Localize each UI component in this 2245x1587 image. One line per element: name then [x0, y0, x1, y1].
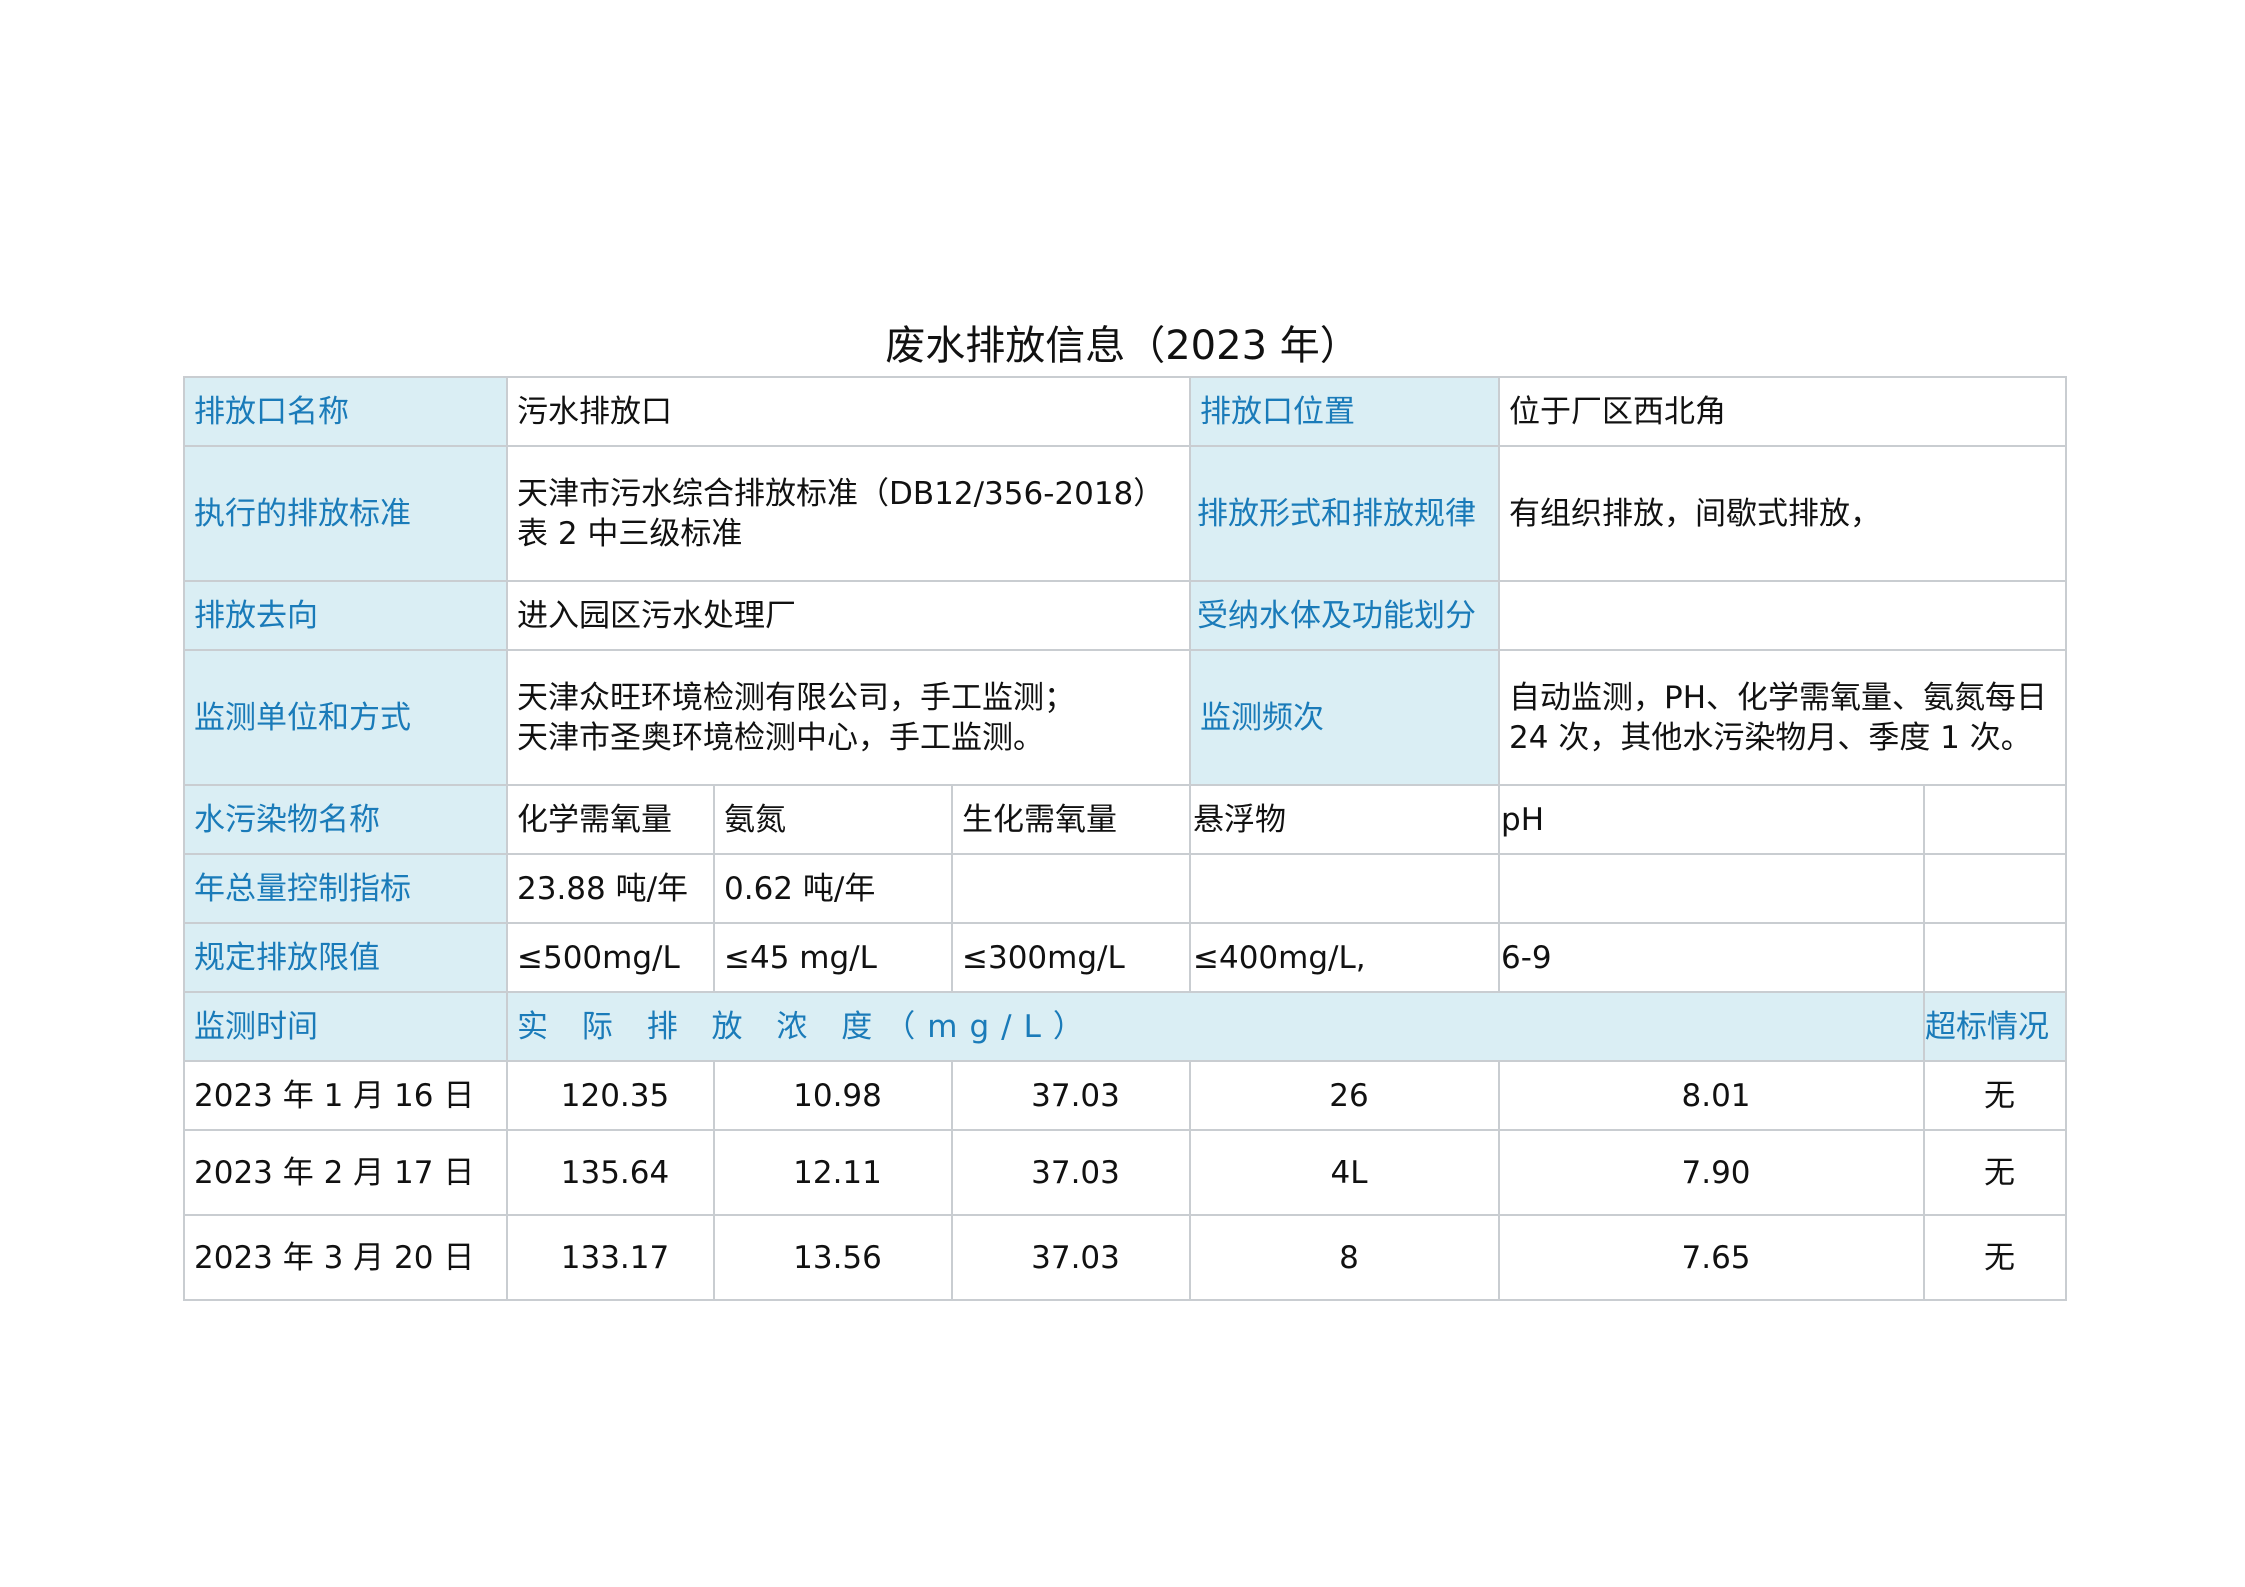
empty-cell — [1923, 784, 2068, 855]
value-cod: 135.64 — [506, 1129, 715, 1216]
receiving-value — [1498, 580, 2068, 651]
pollutant-name-ss: 悬浮物 — [1189, 784, 1501, 855]
standard-line-1: 天津市污水综合排放标准（DB12/356-2018） — [517, 475, 1165, 512]
value-ss: 4L — [1189, 1129, 1501, 1216]
value-ph: 8.01 — [1498, 1060, 1926, 1131]
monitoring-row: 2023 年 1 月 16 日 120.35 10.98 37.03 26 8.… — [183, 1060, 2068, 1131]
monitor-unit-line-1: 天津众旺环境检测有限公司，手工监测； — [517, 679, 1075, 716]
standard-row: 执行的排放标准 天津市污水综合排放标准（DB12/356-2018） 表 2 中… — [183, 445, 2068, 582]
destination-row: 排放去向 进入园区污水处理厂 受纳水体及功能划分 — [183, 580, 2068, 651]
frequency-value: 自动监测，PH、化学需氧量、氨氮每日 24 次，其他水污染物月、季度 1 次。 — [1498, 649, 2068, 786]
annual-total-ammonia: 0.62 吨/年 — [713, 853, 953, 924]
value-bod: 37.03 — [950, 1214, 1192, 1301]
value-bod: 37.03 — [950, 1129, 1192, 1216]
exceed-status: 无 — [1923, 1060, 2068, 1131]
limit-ammonia: ≤45 mg/L — [713, 922, 953, 993]
destination-value: 进入园区污水处理厂 — [505, 580, 1192, 651]
destination-label: 排放去向 — [183, 580, 508, 651]
standard-line-2: 表 2 中三级标准 — [517, 515, 743, 552]
outlet-name-label: 排放口名称 — [183, 376, 508, 447]
annual-total-row: 年总量控制指标 23.88 吨/年 0.62 吨/年 — [183, 853, 2068, 924]
value-cod: 133.17 — [506, 1214, 715, 1301]
pollutant-names-label: 水污染物名称 — [183, 784, 508, 855]
outlet-location-label: 排放口位置 — [1189, 376, 1501, 447]
value-cod: 120.35 — [506, 1060, 715, 1131]
value-ph: 7.65 — [1498, 1214, 1926, 1301]
empty-cell — [1923, 853, 2068, 924]
document-title: 废水排放信息（2023 年） — [885, 323, 1360, 369]
value-ammonia: 10.98 — [713, 1060, 953, 1131]
monitoring-date: 2023 年 1 月 16 日 — [183, 1060, 508, 1131]
monitor-unit-value: 天津众旺环境检测有限公司，手工监测； 天津市圣奥环境检测中心，手工监测。 — [505, 649, 1192, 786]
monitoring-row: 2023 年 2 月 17 日 135.64 12.11 37.03 4L 7.… — [183, 1129, 2068, 1216]
limit-cod: ≤500mg/L — [506, 922, 715, 993]
limits-label: 规定排放限值 — [183, 922, 508, 993]
annual-total-ss — [1189, 853, 1501, 924]
pollutant-names-row: 水污染物名称 化学需氧量 氨氮 生化需氧量 悬浮物 pH — [183, 784, 2068, 855]
monitoring-time-header: 监测时间 — [183, 991, 508, 1062]
limits-row: 规定排放限值 ≤500mg/L ≤45 mg/L ≤300mg/L ≤400mg… — [183, 922, 2068, 993]
value-ss: 26 — [1189, 1060, 1501, 1131]
monitor-unit-label: 监测单位和方式 — [183, 649, 508, 786]
exceed-header: 超标情况 — [1923, 991, 2068, 1062]
empty-cell — [1923, 922, 2068, 993]
outlet-row: 排放口名称 污水排放口 排放口位置 位于厂区西北角 — [183, 376, 2068, 447]
exceed-status: 无 — [1923, 1214, 2068, 1301]
pollutant-name-ph: pH — [1498, 784, 1926, 855]
annual-total-label: 年总量控制指标 — [183, 853, 508, 924]
limit-ph: 6-9 — [1498, 922, 1926, 993]
annual-total-ph — [1498, 853, 1926, 924]
exceed-status: 无 — [1923, 1129, 2068, 1216]
concentration-header: 实 际 排 放 浓 度（mg/L） — [505, 991, 1926, 1062]
frequency-line-2: 24 次，其他水污染物月、季度 1 次。 — [1509, 719, 2032, 756]
pollutant-name-cod: 化学需氧量 — [506, 784, 715, 855]
value-ph: 7.90 — [1498, 1129, 1926, 1216]
pollutant-name-bod: 生化需氧量 — [950, 784, 1192, 855]
limit-ss: ≤400mg/L, — [1189, 922, 1501, 993]
annual-total-cod: 23.88 吨/年 — [506, 853, 715, 924]
monitoring-date: 2023 年 3 月 20 日 — [183, 1214, 508, 1301]
monitoring-header-row: 监测时间 实 际 排 放 浓 度（mg/L） 超标情况 — [183, 991, 2068, 1062]
value-ammonia: 12.11 — [713, 1129, 953, 1216]
wastewater-info-table: 排放口名称 污水排放口 排放口位置 位于厂区西北角 执行的排放标准 天津市污水综… — [183, 376, 2068, 1301]
pattern-value: 有组织排放，间歇式排放， — [1498, 445, 2068, 582]
limit-bod: ≤300mg/L — [950, 922, 1192, 993]
value-ss: 8 — [1189, 1214, 1501, 1301]
receiving-label: 受纳水体及功能划分 — [1189, 580, 1501, 651]
annual-total-bod — [950, 853, 1192, 924]
outlet-location-value: 位于厂区西北角 — [1498, 376, 2068, 447]
standard-label: 执行的排放标准 — [183, 445, 508, 582]
value-bod: 37.03 — [950, 1060, 1192, 1131]
pollutant-name-ammonia: 氨氮 — [713, 784, 953, 855]
outlet-name-value: 污水排放口 — [505, 376, 1192, 447]
monitoring-row: 2023 年 3 月 20 日 133.17 13.56 37.03 8 7.6… — [183, 1214, 2068, 1301]
monitoring-date: 2023 年 2 月 17 日 — [183, 1129, 508, 1216]
monitor-unit-row: 监测单位和方式 天津众旺环境检测有限公司，手工监测； 天津市圣奥环境检测中心，手… — [183, 649, 2068, 786]
standard-value: 天津市污水综合排放标准（DB12/356-2018） 表 2 中三级标准 — [505, 445, 1192, 582]
frequency-label: 监测频次 — [1189, 649, 1501, 786]
monitor-unit-line-2: 天津市圣奥环境检测中心，手工监测。 — [517, 719, 1044, 756]
frequency-line-1: 自动监测，PH、化学需氧量、氨氮每日 — [1509, 679, 2048, 716]
pattern-label: 排放形式和排放规律 — [1189, 445, 1501, 582]
value-ammonia: 13.56 — [713, 1214, 953, 1301]
